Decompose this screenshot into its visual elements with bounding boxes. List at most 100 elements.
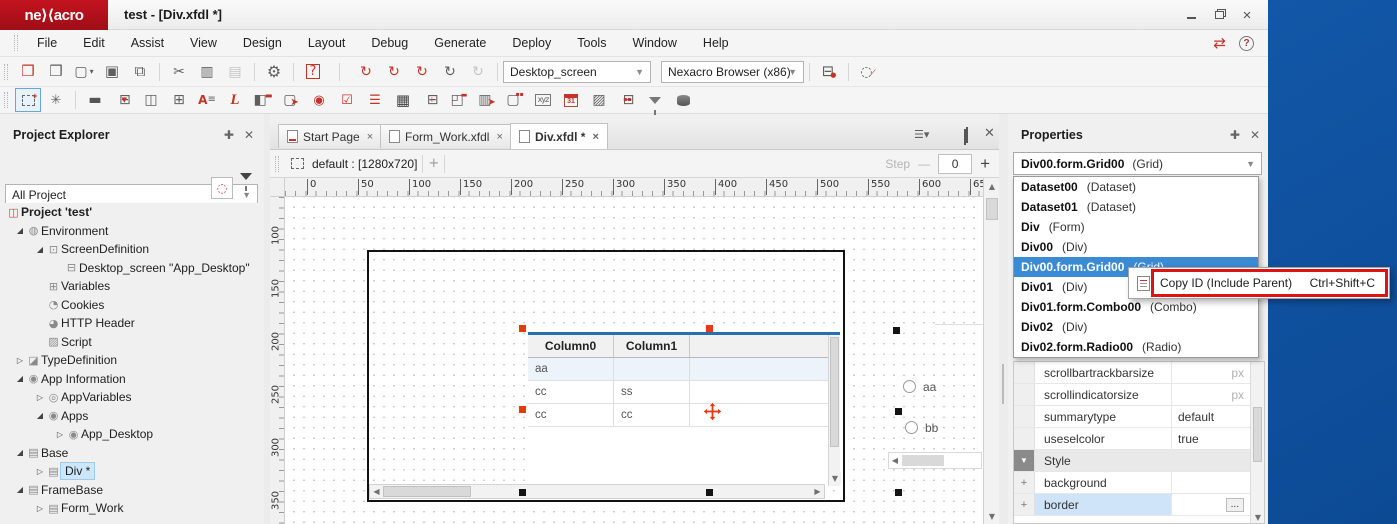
selection-handle[interactable] xyxy=(519,325,526,332)
tree-item-div[interactable]: ▷▤Div * xyxy=(0,462,264,481)
selection-handle[interactable] xyxy=(706,325,713,332)
grid-row[interactable]: cccc xyxy=(528,404,828,427)
copy-button[interactable]: ▥ xyxy=(194,60,220,84)
tab-form-work[interactable]: Form_Work.xfdl× xyxy=(380,124,512,148)
tree-item-apps[interactable]: ◢◉Apps xyxy=(0,407,264,426)
listbox-widget[interactable]: ☰ xyxy=(362,88,388,112)
menu-generate[interactable]: Generate xyxy=(421,32,499,54)
open-project-button[interactable]: ❒ xyxy=(15,60,41,84)
cut-button[interactable]: ✂ xyxy=(166,60,192,84)
grid-widget[interactable]: ▦ xyxy=(390,88,416,112)
options-button[interactable]: ⚙ xyxy=(261,60,287,84)
generate-screen-button[interactable]: ↻ xyxy=(381,60,407,84)
menu-design[interactable]: Design xyxy=(230,32,295,54)
groupbox-widget[interactable]: xyz xyxy=(530,88,556,112)
property-row-border[interactable]: +border... xyxy=(1014,494,1250,516)
button-widget[interactable]: ▬ xyxy=(82,88,108,112)
dataset-widget[interactable] xyxy=(670,88,696,112)
close-panel-icon[interactable]: ✕ xyxy=(244,128,254,142)
generate-application-button[interactable]: ↻ xyxy=(353,60,379,84)
select-tool-button[interactable]: + xyxy=(15,88,41,112)
property-row[interactable]: +background xyxy=(1014,472,1250,494)
dropdown-item[interactable]: Div01.form.Combo00(Combo) xyxy=(1014,297,1258,317)
tree-item-screendefinition[interactable]: ◢⊡ScreenDefinition xyxy=(0,240,264,259)
right-splitter[interactable] xyxy=(999,114,1008,524)
expand-arrow-icon[interactable]: ◢ xyxy=(14,226,26,235)
tree-item-desktop-screen[interactable]: ⊟Desktop_screen "App_Desktop" xyxy=(0,259,264,278)
expand-plus-icon[interactable]: + xyxy=(1014,472,1035,493)
screen-type-combo[interactable]: Desktop_screen▼ xyxy=(503,61,651,83)
checkbox-widget[interactable]: ☑ xyxy=(334,88,360,112)
search-button[interactable]: ◌ xyxy=(211,177,233,199)
progressbar-widget[interactable]: ⊟▪▪ xyxy=(614,88,640,112)
grid-column-header[interactable]: Column1 xyxy=(614,335,690,358)
selection-handle[interactable] xyxy=(893,327,900,334)
selection-handle[interactable] xyxy=(895,408,902,415)
dropdown-item[interactable]: Div00(Div) xyxy=(1014,237,1258,257)
generate-form-button[interactable]: ↻ xyxy=(437,60,463,84)
tab-widget[interactable]: ◰▬ xyxy=(446,88,472,112)
close-panel-icon[interactable]: ✕ xyxy=(1250,128,1260,142)
pagecontrol-widget[interactable]: ◧▬ xyxy=(250,88,276,112)
ellipsis-button[interactable]: ... xyxy=(1226,498,1244,512)
grid00-widget[interactable]: Column0 Column1 aa ccss cccc ▼ xyxy=(528,332,840,483)
save-all-button[interactable]: ⧉ xyxy=(127,60,153,84)
property-row[interactable]: useselcolortrue xyxy=(1014,428,1250,450)
selection-handle[interactable] xyxy=(519,489,526,496)
component-selector-combo[interactable]: Div00.form.Grid00 (Grid) ▼ xyxy=(1013,152,1262,175)
expand-arrow-icon[interactable]: ◢ xyxy=(14,485,26,494)
restore-editor-icon[interactable] xyxy=(964,130,966,144)
add-layout-button[interactable]: + xyxy=(428,157,439,170)
canvas-vertical-scrollbar[interactable]: ▲ ▼ xyxy=(983,178,999,524)
selection-handle[interactable] xyxy=(895,489,902,496)
step-plus-button[interactable]: + xyxy=(980,154,990,174)
combo-widget[interactable]: ⊟▼ xyxy=(110,88,136,112)
grid-row[interactable]: ccss xyxy=(528,381,828,404)
tree-item-app-desktop[interactable]: ▷◉App_Desktop xyxy=(0,425,264,444)
property-row[interactable]: summarytypedefault xyxy=(1014,406,1250,428)
selection-handle[interactable] xyxy=(519,406,526,413)
tree-item-appvariables[interactable]: ▷◎AppVariables xyxy=(0,388,264,407)
menu-edit[interactable]: Edit xyxy=(70,32,118,54)
hand-tool-button[interactable]: ✳ xyxy=(43,88,69,112)
expand-plus-icon[interactable]: + xyxy=(1014,494,1035,515)
close-editor-icon[interactable]: ✕ xyxy=(984,127,995,140)
radio-widget[interactable]: ◉ xyxy=(306,88,332,112)
tree-item-form-work[interactable]: ▷▤Form_Work xyxy=(0,499,264,518)
menu-tools[interactable]: Tools xyxy=(564,32,619,54)
scroll-left-icon[interactable]: ◀ xyxy=(890,455,900,466)
property-row[interactable]: scrollindicatorsizepx xyxy=(1014,384,1250,406)
scroll-left-icon[interactable]: ◀ xyxy=(371,486,382,497)
expand-arrow-icon[interactable]: ▷ xyxy=(34,393,46,402)
positioning-widget[interactable]: ▢➤ xyxy=(278,88,304,112)
close-button[interactable]: × xyxy=(1236,7,1258,23)
listview-widget[interactable]: ▥➤ xyxy=(474,88,500,112)
tree-item-script[interactable]: ▨Script xyxy=(0,333,264,352)
generate-module-button[interactable]: ↻ xyxy=(409,60,435,84)
expand-arrow-icon[interactable]: ◢ xyxy=(34,411,46,420)
filter-widget[interactable] xyxy=(642,88,668,112)
dropdown-item[interactable]: Div02(Div) xyxy=(1014,317,1258,337)
menu-deploy[interactable]: Deploy xyxy=(499,32,564,54)
radio00-item[interactable] xyxy=(903,380,916,393)
scroll-right-icon[interactable]: ▶ xyxy=(812,486,823,497)
step-minus-button[interactable]: — xyxy=(918,157,930,171)
tab-start-page[interactable]: Start Page× xyxy=(278,124,382,148)
expand-arrow-icon[interactable]: ◢ xyxy=(14,448,26,457)
tab-div-xfdl[interactable]: Div.xfdl *× xyxy=(510,123,608,149)
menu-layout[interactable]: Layout xyxy=(295,32,359,54)
pin-icon[interactable]: ✚ xyxy=(1230,128,1240,142)
calendar-widget[interactable]: 31 xyxy=(558,88,584,112)
menu-assist[interactable]: Assist xyxy=(118,32,177,54)
compare-icon[interactable]: ⇄ xyxy=(1213,36,1226,51)
step-input[interactable]: 0 xyxy=(938,154,972,174)
grid-column-header[interactable]: Column0 xyxy=(528,335,614,358)
close-tab-icon[interactable]: × xyxy=(367,131,373,143)
dropdown-item[interactable]: Dataset00(Dataset) xyxy=(1014,177,1258,197)
tab-list-icon[interactable]: ☰▾ xyxy=(914,129,929,140)
tree-item-base[interactable]: ◢▤Base xyxy=(0,444,264,463)
maximize-button[interactable] xyxy=(1208,7,1230,23)
scroll-down-icon[interactable]: ▼ xyxy=(984,508,1000,524)
menu-window[interactable]: Window xyxy=(619,32,689,54)
static-text-widget[interactable]: L xyxy=(222,88,248,112)
